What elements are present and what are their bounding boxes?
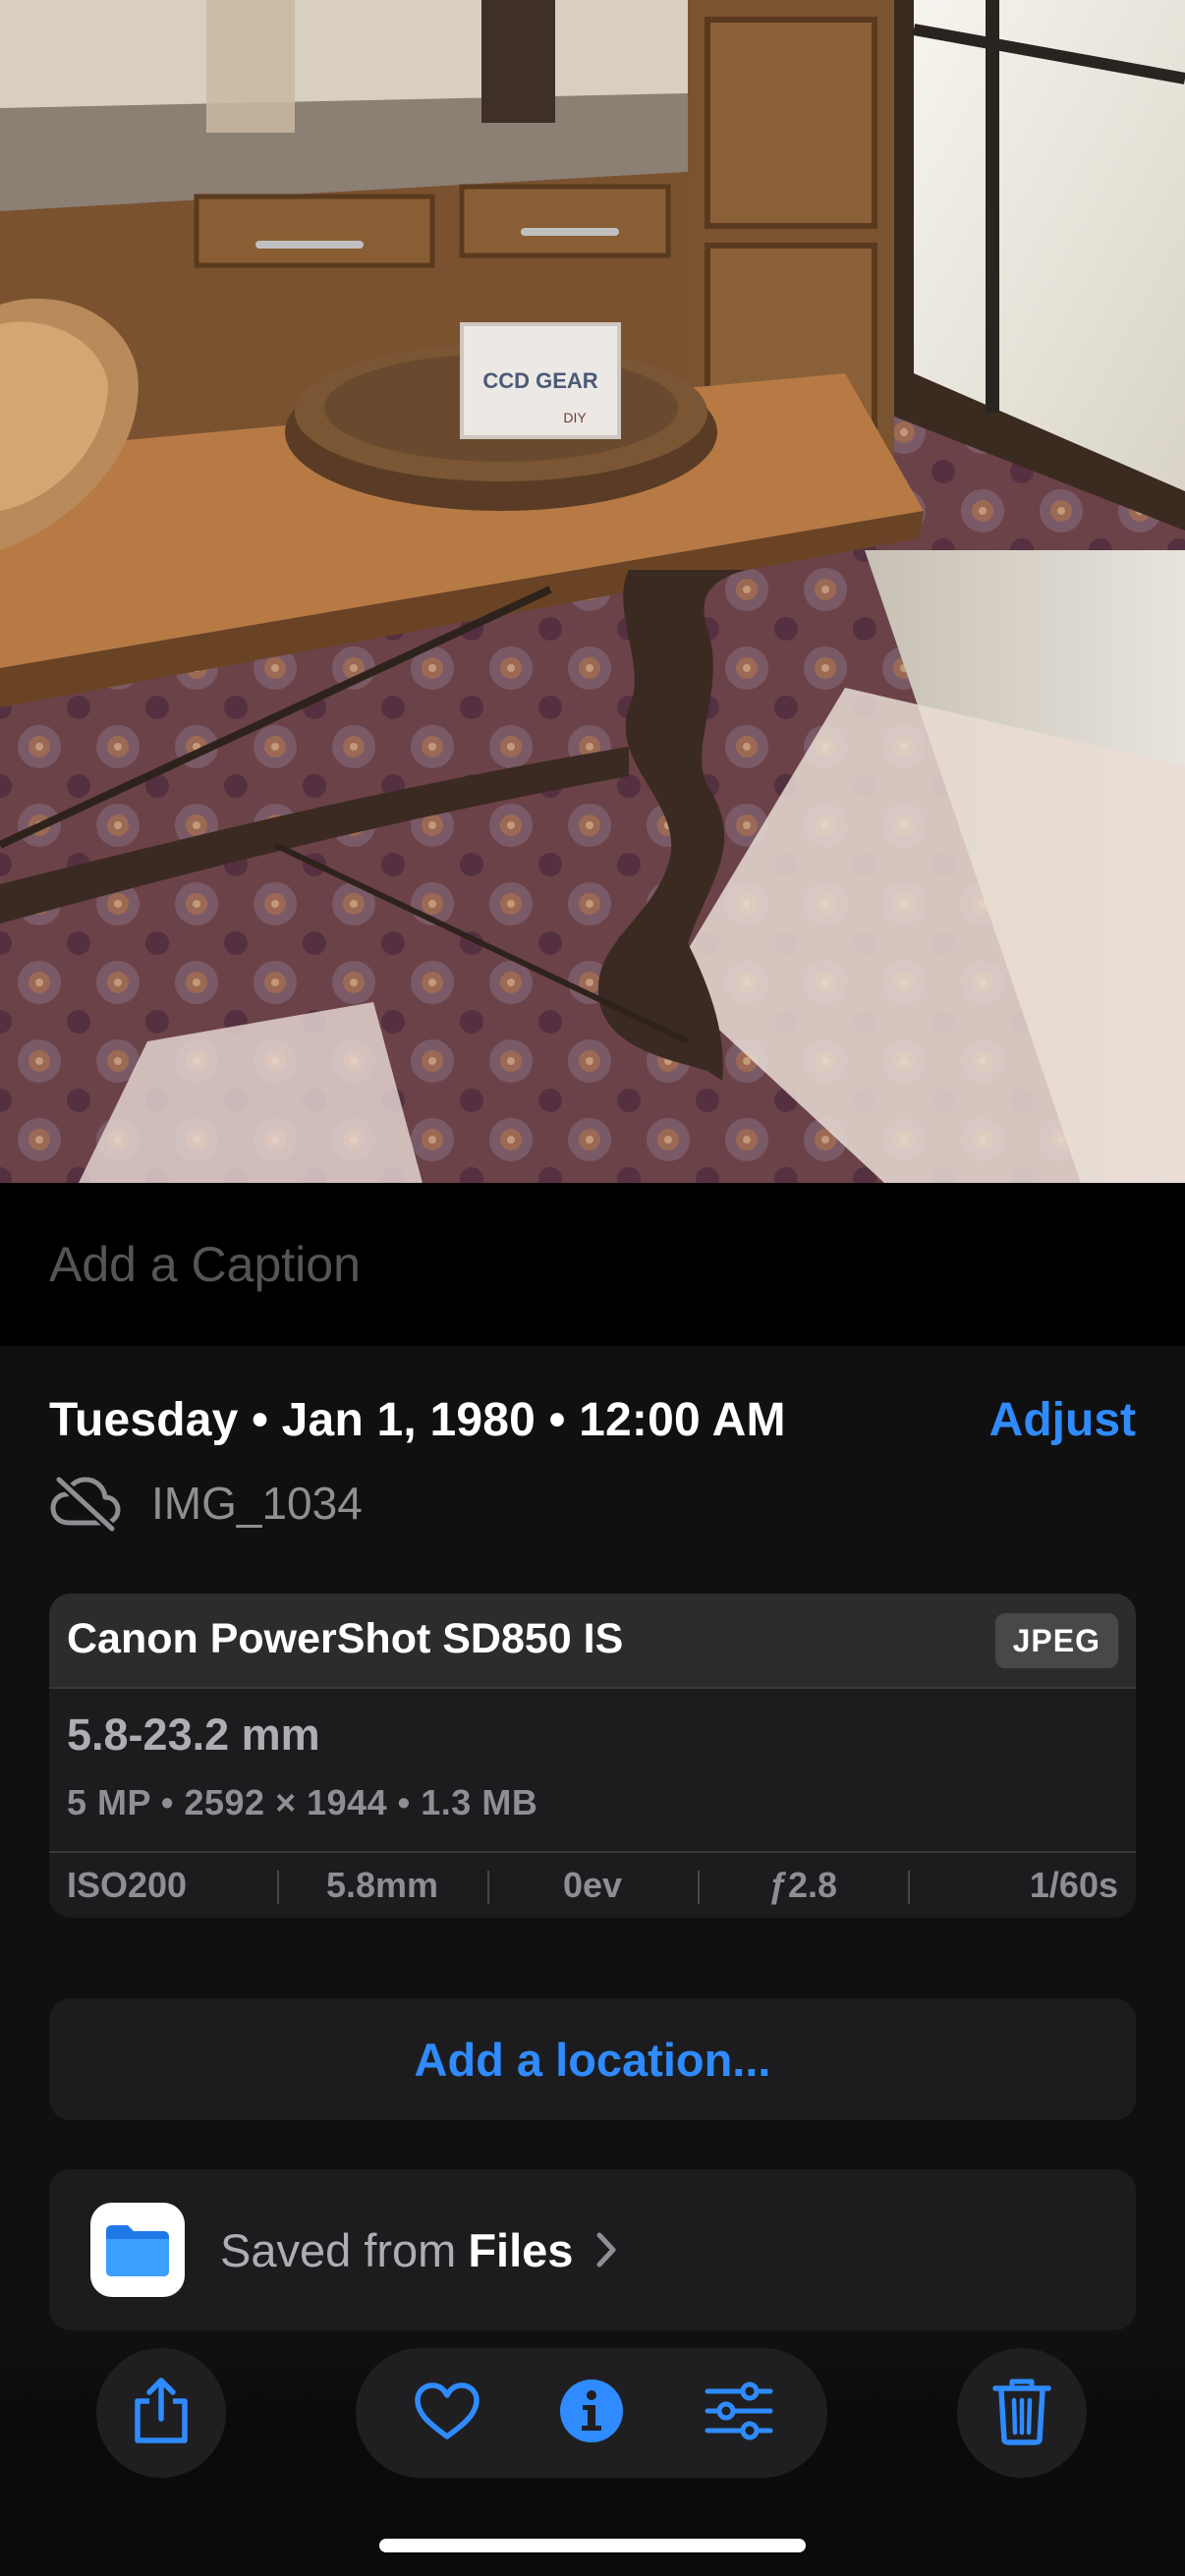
date-row: Tuesday • Jan 1, 1980 • 12:00 AM Adjust — [49, 1393, 1136, 1456]
exif-exposure-bias: 0ev — [487, 1865, 698, 1906]
info-button[interactable] — [533, 2348, 650, 2478]
edit-adjust-button[interactable] — [680, 2348, 798, 2478]
share-icon — [130, 2376, 193, 2451]
photo-info-screen: CCD GEAR DIY Tuesday • Jan 1, 1980 • 12:… — [0, 0, 1185, 2576]
saved-from-row[interactable]: Saved from Files — [49, 2169, 1136, 2330]
saved-from-app: Files — [468, 2223, 574, 2276]
camera-header: Canon PowerShot SD850 IS JPEG — [49, 1594, 1136, 1689]
saved-from-label: Saved from — [220, 2223, 457, 2276]
delete-button[interactable] — [957, 2348, 1087, 2478]
share-button[interactable] — [96, 2348, 226, 2478]
exif-focal-length: 5.8mm — [277, 1865, 487, 1906]
photo-image: CCD GEAR DIY — [0, 0, 1185, 1183]
home-indicator[interactable] — [379, 2539, 806, 2552]
center-toolbar — [356, 2348, 827, 2478]
adjust-date-button[interactable]: Adjust — [989, 1393, 1136, 1447]
camera-model: Canon PowerShot SD850 IS — [67, 1615, 624, 1662]
file-name: IMG_1034 — [151, 1478, 363, 1529]
exif-shutter-speed: 1/60s — [908, 1865, 1136, 1906]
exif-iso: ISO200 — [67, 1865, 188, 1905]
info-icon — [559, 2379, 624, 2448]
format-badge: JPEG — [994, 1613, 1118, 1668]
add-location-button[interactable]: Add a location... — [49, 1998, 1136, 2120]
camera-info-card: Canon PowerShot SD850 IS JPEG 5.8-23.2 m… — [49, 1594, 1136, 1918]
exif-row: ISO200 5.8mm 0ev ƒ2.8 1/60s — [49, 1851, 1136, 1918]
exif-aperture: ƒ2.8 — [698, 1865, 908, 1906]
image-specs: 5 MP • 2592 × 1944 • 1.3 MB — [67, 1782, 538, 1822]
files-app-icon — [90, 2203, 185, 2297]
caption-input[interactable] — [49, 1236, 1032, 1293]
trash-icon — [992, 2377, 1051, 2450]
date-time: Tuesday • Jan 1, 1980 • 12:00 AM — [49, 1394, 786, 1446]
caption-bar — [0, 1183, 1185, 1346]
photo-view[interactable]: CCD GEAR DIY — [0, 0, 1185, 1183]
chevron-right-icon — [594, 2230, 618, 2269]
sign-text-1: CCD GEAR — [482, 368, 597, 393]
lens-info: 5.8-23.2 mm — [67, 1709, 320, 1760]
cloud-slash-icon — [49, 1474, 122, 1533]
file-row: IMG_1034 — [49, 1474, 363, 1533]
sliders-icon — [705, 2381, 773, 2445]
sign-text-2: DIY — [563, 410, 587, 425]
favorite-button[interactable] — [388, 2348, 506, 2478]
heart-icon — [413, 2380, 481, 2446]
